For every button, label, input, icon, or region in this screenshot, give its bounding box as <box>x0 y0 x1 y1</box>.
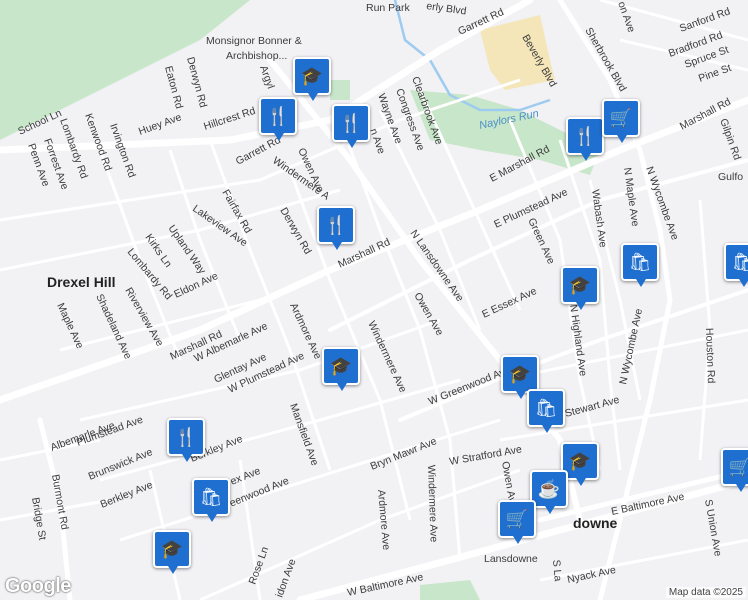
label-n-wycombe-ave: N Wycombe Ave <box>617 307 645 385</box>
label-on-ave: on Ave <box>615 0 637 34</box>
graduation-cap-icon: 🎓 <box>568 274 592 295</box>
label-bridge-st: Bridge St <box>29 496 48 541</box>
label-stewart-ave: Stewart Ave <box>564 394 621 420</box>
label-sanford-rd: Sanford Rd <box>678 5 732 34</box>
map-data-attribution[interactable]: Map data ©2025 <box>665 587 746 598</box>
label-owen-ave-bottom: Owen Av <box>499 460 518 504</box>
store-marker-1[interactable]: 🛍 <box>621 243 659 287</box>
map-canvas[interactable]: Drexel Hill downe Lansdowne Run Park Mon… <box>0 0 748 600</box>
school-marker-3[interactable]: 🎓 <box>322 347 360 391</box>
label-n-maple-ave: N Maple Ave <box>621 167 641 228</box>
label-run-park: Run Park <box>366 2 411 14</box>
coffee-icon: ☕ <box>537 478 561 499</box>
restaurant-marker-4[interactable]: 🍴 <box>566 117 604 161</box>
cart-icon: 🛒 <box>505 508 529 529</box>
label-sherbrook-blvd: Sherbrook Blvd <box>582 26 628 94</box>
shopping-marker-1[interactable]: 🛒 <box>602 99 640 143</box>
store-marker-4[interactable]: 🛍 <box>724 243 748 287</box>
google-logo: Google <box>5 575 71 597</box>
school-marker-6[interactable]: 🎓 <box>153 530 191 574</box>
graduation-cap-icon: 🎓 <box>160 538 184 559</box>
school-marker-1[interactable]: 🎓 <box>293 57 331 101</box>
fork-knife-icon: 🍴 <box>324 214 348 235</box>
cart-icon: 🛒 <box>609 107 633 128</box>
shopping-marker-2[interactable]: 🛒 <box>498 500 536 544</box>
label-shadeland-ave: Shadeland Ave <box>93 292 134 361</box>
label-owen-ave: Owen Ave <box>411 291 445 338</box>
shopping-bag-icon: 🛍 <box>731 251 748 272</box>
label-windermere-bottom: Windermere Ave <box>425 465 440 543</box>
label-nyack-ave: Nyack Ave <box>566 564 617 586</box>
school-marker-4[interactable]: 🎓 <box>501 355 539 399</box>
label-idon-ave: idon Ave <box>274 557 299 599</box>
label-eldon-ave: Eldon Ave <box>172 270 220 301</box>
label-irvington-rd: Irvington Rd <box>107 122 138 179</box>
label-eaton-rd: Eaton Rd <box>162 65 185 111</box>
label-rose-ln: Rose Ln <box>247 545 272 586</box>
label-erly-blvd: erly Blvd <box>426 0 468 18</box>
graduation-cap-icon: 🎓 <box>508 363 532 384</box>
label-lansdowne-area: downe <box>573 515 618 531</box>
shopping-marker-3[interactable]: 🛒 <box>721 448 748 492</box>
label-monsignor: Monsignor Bonner & <box>206 35 302 47</box>
label-berkley-ave: Berkley Ave <box>99 479 155 511</box>
graduation-cap-icon: 🎓 <box>329 355 353 376</box>
label-houston-rd: Houston Rd <box>703 328 717 384</box>
label-pine-st: Pine St <box>697 62 733 85</box>
school-marker-2[interactable]: 🎓 <box>561 266 599 310</box>
store-marker-3[interactable]: 🛍 <box>192 478 230 522</box>
park-area-south <box>420 580 480 600</box>
park-area-small <box>330 80 350 100</box>
label-huey-ave: Huey Ave <box>137 111 183 138</box>
label-derwyn-rd-top: Derwyn Rd <box>184 56 209 109</box>
label-lansdowne-station: Lansdowne <box>484 553 538 565</box>
label-hillcrest-rd: Hillcrest Rd <box>202 105 257 133</box>
label-burmont-rd: Burmont Rd <box>49 473 71 530</box>
label-s-la: S La <box>550 559 564 582</box>
label-n-ave: n Ave <box>367 127 387 156</box>
restaurant-marker-2[interactable]: 🍴 <box>332 104 370 148</box>
label-derwyn-rd: Derwyn Rd <box>277 206 313 257</box>
label-drexel-hill: Drexel Hill <box>47 274 115 290</box>
label-maple-ave: Maple Ave <box>54 301 86 350</box>
graduation-cap-icon: 🎓 <box>568 450 592 471</box>
restaurant-marker-3[interactable]: 🍴 <box>317 206 355 250</box>
fork-knife-icon: 🍴 <box>266 105 290 126</box>
cart-icon: 🛒 <box>728 456 748 477</box>
label-gulfo: Gulfo <box>718 171 743 183</box>
label-brunswick-ave: Brunswick Ave <box>87 446 155 483</box>
label-mansfield-ave: Mansfield Ave <box>287 402 321 468</box>
restaurant-marker-1[interactable]: 🍴 <box>259 97 297 141</box>
fork-knife-icon: 🍴 <box>174 426 198 447</box>
fork-knife-icon: 🍴 <box>573 125 597 146</box>
store-marker-2[interactable]: 🛍 <box>527 389 565 433</box>
label-ex-ave: ex Ave <box>229 465 263 488</box>
shopping-bag-icon: 🛍 <box>628 251 652 272</box>
label-gilpin-rd: Gilpin Rd <box>717 117 743 162</box>
shopping-bag-icon: 🛍 <box>199 486 223 507</box>
restaurant-marker-5[interactable]: 🍴 <box>167 418 205 462</box>
graduation-cap-icon: 🎓 <box>300 65 324 86</box>
shopping-bag-icon: 🛍 <box>534 397 558 418</box>
label-ardmore-ave: Ardmore Ave <box>287 301 324 361</box>
fork-knife-icon: 🍴 <box>339 112 363 133</box>
label-archbishop: Archbishop... <box>226 50 287 62</box>
